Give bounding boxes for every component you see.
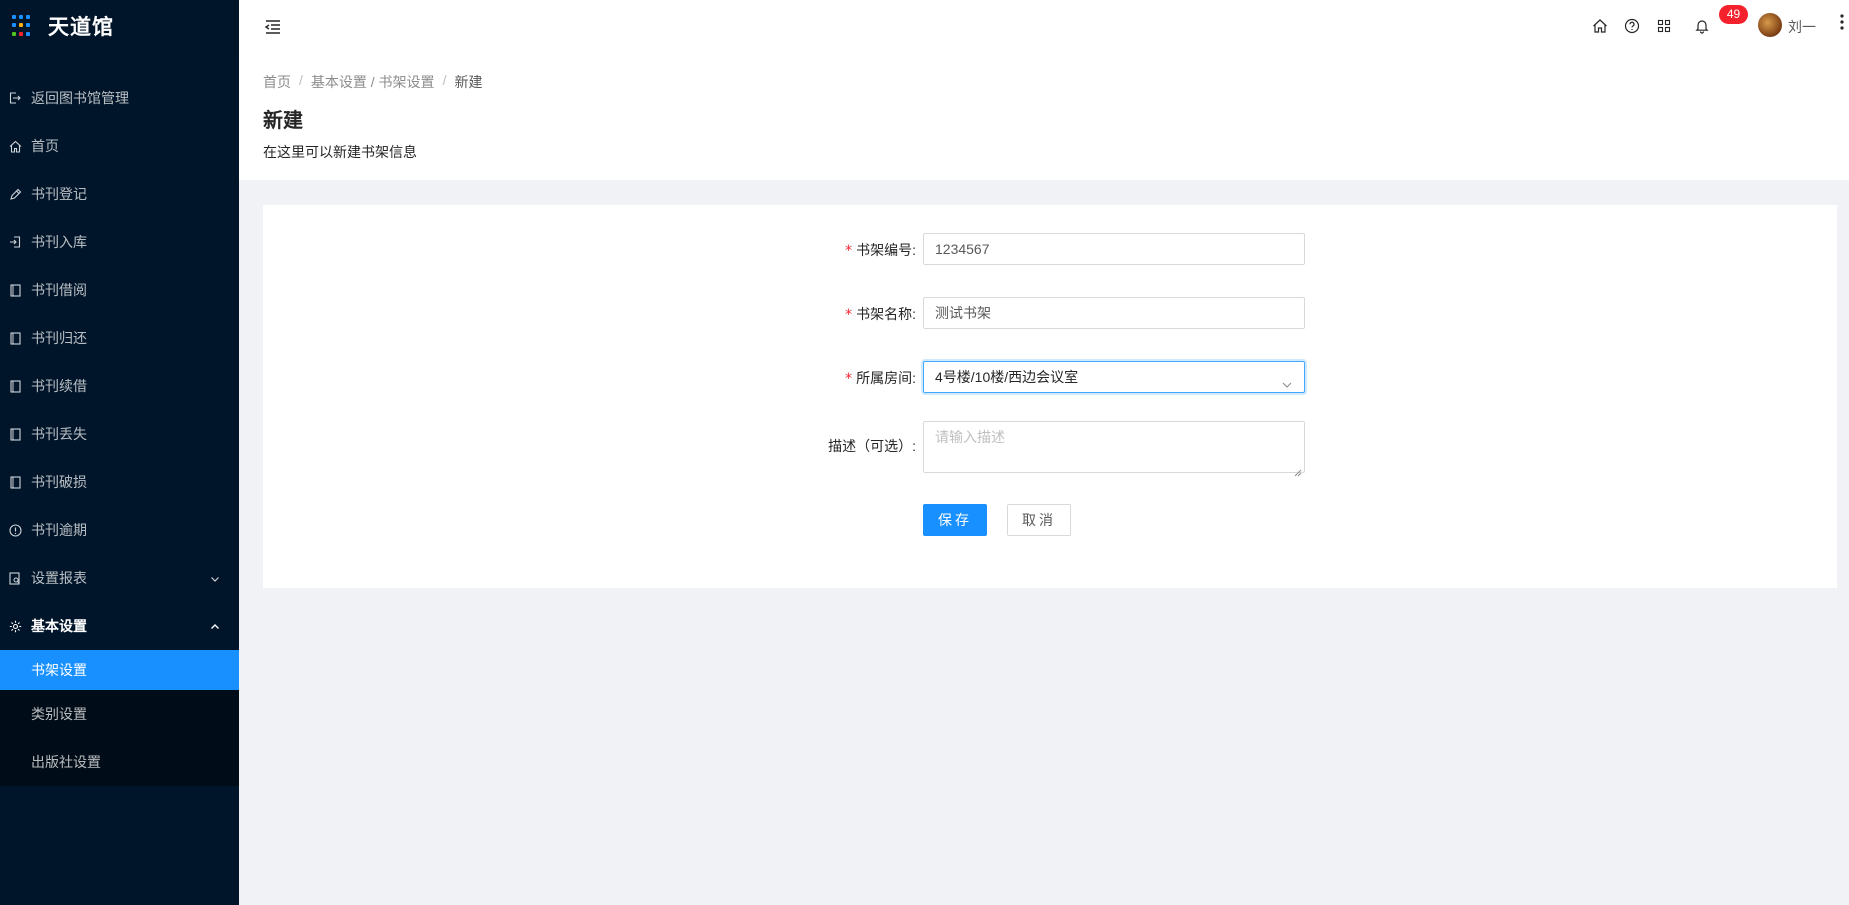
sidebar-item-label: 书刊破损 — [31, 474, 87, 490]
sidebar-item-home[interactable]: 首页 — [0, 122, 239, 170]
more-vertical-icon[interactable] — [1839, 13, 1845, 31]
description-label: 描述（可选）: — [828, 438, 916, 454]
form-card: * 书架编号: 1234567 * 书架名称: 测试书架 * 所属房间: 4号楼/10… — [263, 205, 1837, 588]
sidebar-item-category-settings[interactable]: 类别设置 — [0, 690, 239, 738]
sidebar-item-back[interactable]: 返回图书馆管理 — [0, 74, 239, 122]
info-circle-icon — [8, 523, 22, 537]
sidebar-item-label: 书刊登记 — [31, 186, 87, 202]
resize-handle-icon[interactable] — [1294, 462, 1302, 477]
top-header: 49 刘一 — [239, 0, 1849, 56]
save-button[interactable]: 保存 — [923, 504, 987, 536]
sidebar: 天道馆 返回图书馆管理 首页 书刊登记 书刊入库 书刊借阅 书刊归还 书刊续借 … — [0, 0, 239, 905]
bell-icon[interactable] — [1694, 18, 1710, 34]
cancel-button[interactable]: 取消 — [1007, 504, 1071, 536]
submenu-basic-settings: 书架设置 类别设置 出版社设置 — [0, 650, 239, 786]
page-title: 新建 — [263, 110, 303, 132]
book-icon — [8, 475, 22, 489]
menu-fold-icon[interactable] — [263, 17, 283, 37]
avatar[interactable] — [1758, 13, 1782, 37]
sidebar-item-shelf-settings[interactable]: 书架设置 — [0, 650, 239, 690]
sidebar-item-renew[interactable]: 书刊续借 — [0, 362, 239, 410]
home-icon — [8, 139, 22, 153]
apps-icon[interactable] — [1656, 18, 1672, 34]
breadcrumb-home[interactable]: 首页 — [263, 72, 291, 92]
room-select[interactable]: 4号楼/10楼/西边会议室 — [923, 361, 1305, 393]
question-icon[interactable] — [1624, 18, 1640, 34]
report-icon — [8, 571, 22, 585]
gear-icon — [8, 619, 22, 633]
sidebar-item-damaged[interactable]: 书刊破损 — [0, 458, 239, 506]
chevron-down-icon — [209, 572, 221, 584]
apps-logo-icon — [12, 15, 34, 37]
sidebar-item-label: 设置报表 — [31, 570, 87, 586]
sidebar-item-label: 返回图书馆管理 — [31, 90, 129, 106]
page-header: 首页 / 基本设置 / 书架设置 / 新建 新建 在这里可以新建书架信息 — [239, 56, 1849, 180]
chevron-up-icon — [209, 620, 221, 632]
login-icon — [8, 235, 22, 249]
book-icon — [8, 283, 22, 297]
page-description: 在这里可以新建书架信息 — [263, 144, 417, 160]
breadcrumb-shelf-settings[interactable]: 基本设置 / 书架设置 — [311, 72, 435, 92]
book-icon — [8, 379, 22, 393]
sidebar-menu: 返回图书馆管理 首页 书刊登记 书刊入库 书刊借阅 书刊归还 书刊续借 书刊丢失… — [0, 74, 239, 786]
sidebar-item-borrow[interactable]: 书刊借阅 — [0, 266, 239, 314]
description-placeholder: 请输入描述 — [935, 429, 1005, 445]
sidebar-item-publisher-settings[interactable]: 出版社设置 — [0, 738, 239, 786]
sidebar-item-basic-settings[interactable]: 基本设置 — [0, 602, 239, 650]
room-label: * 所属房间: — [845, 370, 916, 387]
sidebar-item-label: 书刊逾期 — [31, 522, 87, 538]
logo[interactable]: 天道馆 — [0, 0, 239, 52]
user-name[interactable]: 刘一 — [1788, 17, 1816, 37]
pen-icon — [8, 187, 22, 201]
sidebar-item-register[interactable]: 书刊登记 — [0, 170, 239, 218]
book-icon — [8, 427, 22, 441]
required-mark: * — [845, 371, 853, 387]
required-mark: * — [845, 307, 853, 323]
sidebar-item-reports[interactable]: 设置报表 — [0, 554, 239, 602]
sidebar-item-label: 书刊借阅 — [31, 282, 87, 298]
book-icon — [8, 331, 22, 345]
shelf-code-input[interactable]: 1234567 — [923, 233, 1305, 265]
sidebar-item-label: 书刊续借 — [31, 378, 87, 394]
shelf-name-label: * 书架名称: — [845, 306, 916, 323]
sidebar-item-stock-in[interactable]: 书刊入库 — [0, 218, 239, 266]
shelf-name-input[interactable]: 测试书架 — [923, 297, 1305, 329]
breadcrumb-separator: / — [442, 72, 447, 88]
logo-text: 天道馆 — [48, 16, 114, 39]
breadcrumb-separator: / — [299, 72, 303, 88]
room-select-value: 4号楼/10楼/西边会议室 — [935, 369, 1079, 385]
required-mark: * — [845, 243, 853, 259]
chevron-down-icon — [1281, 371, 1293, 388]
logout-icon — [8, 91, 22, 105]
sidebar-item-label: 书刊归还 — [31, 330, 87, 346]
home-icon[interactable] — [1592, 18, 1608, 34]
notification-badge: 49 — [1719, 5, 1748, 24]
sidebar-item-label: 书刊入库 — [31, 234, 87, 250]
sidebar-item-label: 书刊丢失 — [31, 426, 87, 442]
sidebar-item-return[interactable]: 书刊归还 — [0, 314, 239, 362]
sidebar-item-label: 首页 — [31, 138, 59, 154]
sidebar-item-lost[interactable]: 书刊丢失 — [0, 410, 239, 458]
sidebar-item-overdue[interactable]: 书刊逾期 — [0, 506, 239, 554]
description-textarea[interactable]: 请输入描述 — [923, 421, 1305, 477]
breadcrumb: 首页 / 基本设置 / 书架设置 / 新建 — [263, 72, 482, 92]
shelf-code-label: * 书架编号: — [845, 242, 916, 259]
breadcrumb-current: 新建 — [454, 74, 483, 90]
sidebar-item-label: 基本设置 — [31, 618, 87, 634]
